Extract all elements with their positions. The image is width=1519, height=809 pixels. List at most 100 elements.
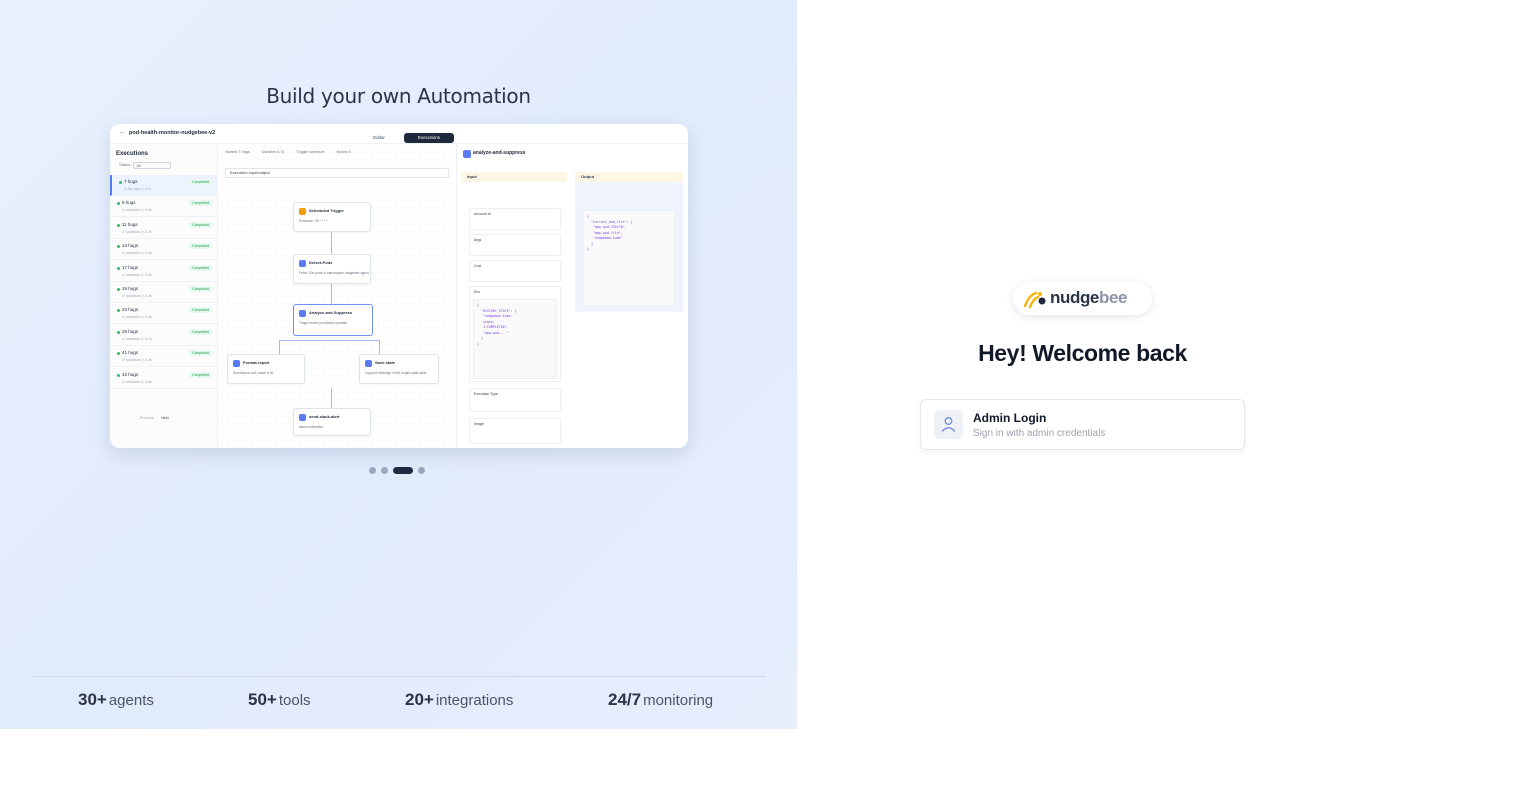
preview-field: Env { "HISTORY_STATE": { "nudgebee-kube-… [469, 286, 561, 382]
agent-icon [299, 310, 306, 317]
preview-node-format: Format-report Summarize root cause & fix [227, 354, 305, 384]
preview-row-title: 29 hugs [122, 328, 139, 334]
preview-topbar: ← pod-health-monitor-nudgebee-v2 Editor … [110, 124, 688, 144]
preview-field: Image [469, 418, 561, 444]
preview-row-title: 17 hugs [122, 264, 139, 270]
carousel-dot[interactable] [369, 467, 376, 474]
preview-row-sub: ◴ 8m ago ◴ 4.1s [124, 187, 152, 191]
stat-monitoring: 24/7 monitoring [608, 690, 713, 710]
preview-workflow-canvas: Started 7 hugs Duration 6.7s Trigger sch… [219, 144, 455, 448]
preview-field-label: Cost [474, 264, 482, 268]
carousel-dot[interactable] [381, 467, 388, 474]
status-dot-icon [119, 181, 122, 184]
stat-label: tools [278, 692, 311, 709]
stat-number: 24/7 [608, 690, 642, 709]
hero-title: Build your own Automation [266, 84, 531, 108]
preview-execution-row: 13 hugs ◴ schedule ◴ 4.1s Completed [110, 239, 218, 261]
preview-meta-nodes: Nodes 5 [336, 150, 351, 154]
preview-executions-title: Executions [116, 151, 149, 157]
carousel-dot[interactable] [418, 467, 425, 474]
preview-node-title: Save-state [375, 360, 396, 365]
preview-execution-row: 17 hugs ◴ schedule ◴ 5.8s Completed [110, 261, 218, 282]
stat-number: 20+ [405, 690, 434, 709]
product-preview-screenshot: ← pod-health-monitor-nudgebee-v2 Editor … [110, 124, 688, 448]
preview-node-title: Analyze-and-Suppress [309, 310, 353, 315]
preview-filter-value: All [133, 162, 172, 169]
preview-row-badge: Completed [189, 243, 212, 250]
marketing-panel: Build your own Automation ← pod-health-m… [0, 0, 797, 729]
preview-field: Account Id [469, 208, 561, 230]
preview-execution-meta: Started 7 hugs Duration 6.7s Trigger sch… [225, 150, 351, 154]
stat-label: integrations [435, 692, 514, 709]
admin-login-subtitle: Sign in with admin credentials [973, 428, 1106, 439]
preview-status-filter: Status All [116, 162, 172, 169]
preview-node-title: send-slack-alert [309, 414, 340, 419]
preview-filter-label: Status [119, 162, 131, 167]
preview-execution-row: 23 hugs ◴ schedule ◴ 4.4s Completed [110, 303, 218, 325]
stat-agents: 30+ agents [78, 690, 154, 710]
preview-node-slack: send-slack-alert slack notification [293, 408, 371, 436]
preview-field-label: Image [474, 422, 484, 426]
admin-login-title: Admin Login [973, 411, 1047, 425]
preview-node-title: Scheduled Trigger [309, 208, 344, 213]
admin-login-option[interactable]: Admin Login Sign in with admin credentia… [920, 399, 1245, 450]
preview-output-label: Output [575, 172, 683, 182]
status-dot-icon [117, 309, 120, 313]
preview-node-detect: Detect-Pods Fetch: Get pods in namespace… [293, 254, 371, 284]
preview-row-badge: Completed [189, 350, 212, 357]
welcome-heading: Hey! Welcome back [978, 340, 1187, 366]
preview-pager-next: Next [161, 416, 169, 420]
preview-row-badge: Completed [189, 179, 212, 185]
preview-node-trigger: Scheduled Trigger Schedule: */5 * * * * [293, 202, 371, 232]
preview-tab-editor: Editor [373, 135, 385, 140]
preview-field-label: Execution Type [474, 392, 498, 396]
carousel-dot[interactable] [393, 467, 413, 474]
stat-number: 50+ [248, 690, 277, 709]
preview-row-title: 43 hugs [122, 371, 139, 377]
bee-logo-icon [1023, 291, 1046, 309]
preview-execution-row: 29 hugs ◴ schedule ◴ 3.7s Completed [110, 325, 218, 346]
preview-execution-row: 41 hugs ◴ schedule ◴ 3.3s Completed [110, 346, 218, 368]
preview-field-label: Account Id [474, 212, 491, 216]
status-dot-icon [117, 288, 120, 291]
user-icon [934, 410, 963, 439]
preview-mode-toggle: Editor Executions [354, 133, 454, 143]
preview-row-title: 13 hugs [122, 243, 139, 249]
clock-icon [299, 208, 306, 215]
preview-node-desc: Summarize root cause & fix [233, 371, 274, 375]
stat-label: monitoring [643, 692, 714, 709]
status-dot-icon [117, 352, 120, 356]
preview-field: Execution Type [469, 388, 561, 412]
preview-row-badge: Completed [189, 221, 212, 228]
status-dot-icon [117, 373, 120, 377]
preview-field-label: Args [474, 238, 482, 242]
preview-execution-row: 9 hugs ◴ schedule ◴ 5.2s Completed [110, 196, 218, 218]
preview-meta-started: Started 7 hugs [225, 150, 250, 154]
preview-execution-row: 11 hugs ◴ schedule ◴ 3.7s Completed [110, 218, 218, 239]
brand-name-part2: bee [1099, 288, 1128, 307]
status-dot-icon [117, 223, 120, 227]
preview-pager: Previous Next [140, 416, 169, 420]
preview-row-sub: ◴ schedule ◴ 5.2s [122, 208, 152, 213]
preview-node-inspector: analyze-and-suppress Input Account Id Ar… [456, 144, 688, 448]
preview-execution-row: 43 hugs ◴ schedule ◴ 4.5s Completed [110, 368, 218, 389]
agent-icon [365, 360, 372, 367]
preview-row-sub: ◴ schedule ◴ 4.1s [122, 251, 152, 256]
preview-meta-duration: Duration 6.7s [261, 150, 285, 154]
preview-tab-executions: Executions [404, 133, 454, 143]
preview-node-save: Save-state Log pod message in the output… [359, 354, 439, 384]
preview-row-badge: Completed [189, 286, 212, 292]
preview-row-badge: Completed [189, 200, 212, 207]
preview-row-badge: Completed [189, 307, 212, 314]
stats-divider [31, 676, 766, 677]
preview-row-title: 23 hugs [122, 307, 139, 313]
preview-node-desc: Triage recent pod status updates [299, 321, 348, 325]
preview-row-badge: Completed [189, 328, 212, 335]
preview-input-pane: Input Account Id Args Cost Env { "HISTOR… [461, 172, 567, 448]
preview-input-label: Input [461, 172, 567, 182]
stats-row: 30+ agents 50+ tools 20+ integrations 24/7 m… [0, 690, 797, 714]
preview-executions-list: Executions Status All 7 hugs ◴ 8m ago ◴ 4.… [110, 144, 218, 448]
preview-meta-trigger: Trigger schedule [296, 150, 325, 154]
preview-row-title: 11 hugs [122, 221, 138, 227]
preview-execution-select: Execution input/output [225, 168, 449, 178]
